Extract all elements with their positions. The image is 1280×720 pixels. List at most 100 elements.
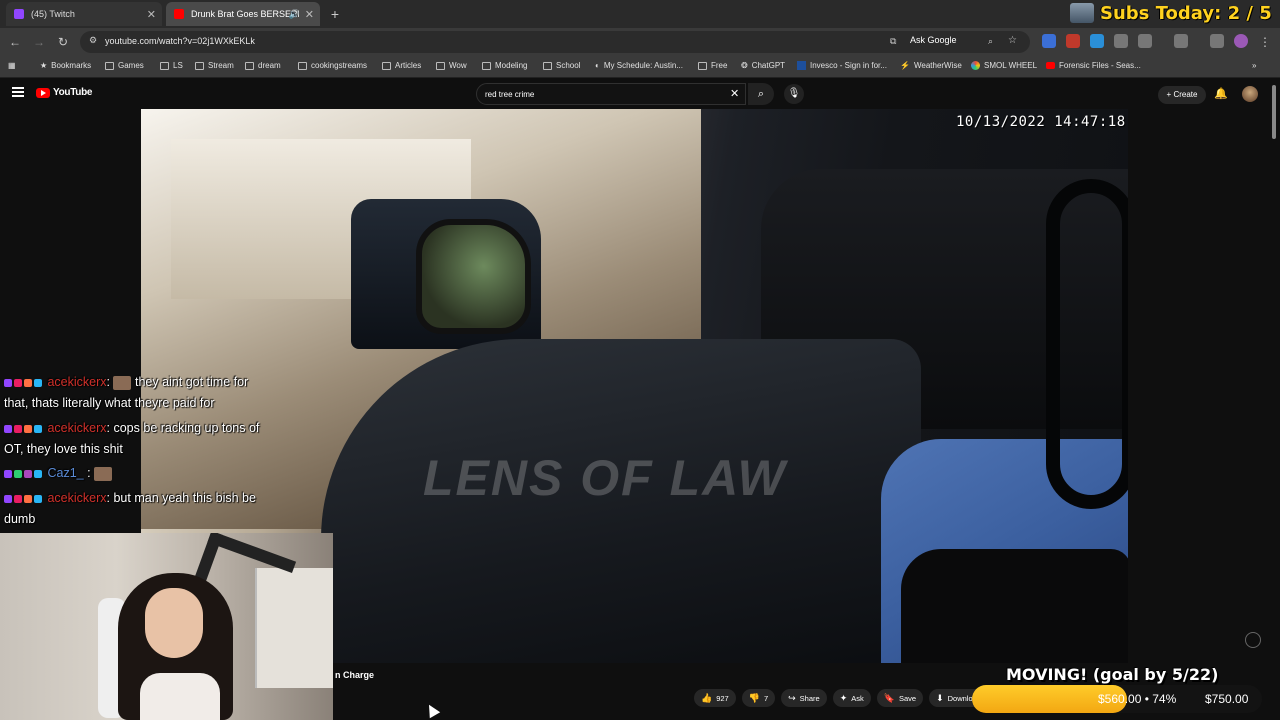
bookmark-star-icon[interactable]: ☆ [1008,35,1017,46]
more-bookmarks-icon[interactable]: » [1252,61,1256,70]
badge-icon [4,494,12,503]
chat-username[interactable]: acekickerx [47,375,106,389]
badge-icon [4,378,12,387]
apps-grid-icon[interactable]: ▦ [8,61,16,70]
reload-button[interactable]: ↻ [54,33,72,51]
downloads-icon[interactable] [1210,34,1224,48]
ask-button[interactable]: ✦ Ask [832,689,871,707]
notifications-bell-icon[interactable]: 🔔 [1214,87,1228,100]
ask-google-button[interactable]: Ask Google [910,35,957,45]
chat-text: but man yeah this bish be [113,491,256,505]
url-text[interactable]: youtube.com/watch?v=02j1WXkEKLk [105,36,255,46]
video-title: n Charge [335,670,375,680]
hamburger-menu-icon[interactable] [12,87,24,97]
subs-today-text: Subs Today: 2 / 5 [1100,2,1272,24]
folder-icon [436,61,445,70]
chat-message-continuation: that, thats literally what theyre paid f… [4,396,215,410]
badge-icon [4,424,12,433]
mouse-cursor-icon [423,701,441,719]
bookmark-articles[interactable]: Articles [382,61,421,70]
chat-message: acekickerx: but man yeah this bish be [4,491,256,506]
page-scrollbar[interactable] [1272,85,1276,139]
search-input[interactable]: red tree crime [476,83,746,105]
webcam-streamer-face [145,588,203,658]
bookmark-dream[interactable]: dream [245,61,281,70]
tab-title: Drunk Brat Goes BERSERK W [191,9,299,19]
chat-text: they aint got time for [134,375,249,389]
chatgpt-icon: ❂ [741,61,748,70]
bookmark-stream[interactable]: Stream [195,61,234,70]
tab-youtube[interactable]: Drunk Brat Goes BERSERK W 🔊 ✕ [166,2,320,26]
profile-avatar-icon[interactable] [1234,34,1248,48]
bookmark-school[interactable]: School [543,61,580,70]
bookmark-my-schedule[interactable]: ◐ My Schedule: Austin... [595,61,683,70]
weather-icon: ⚡ [900,61,910,70]
install-app-icon[interactable]: ⧉ [890,36,896,47]
chat-badges [4,467,44,481]
youtube-play-icon [36,87,50,98]
badge-icon [4,469,12,478]
site-info-icon[interactable]: ⚙ [89,35,97,46]
clear-search-icon[interactable]: ✕ [730,87,739,100]
youtube-logo[interactable]: YouTube [36,87,93,98]
goal-target-amount: $750.00 [1205,692,1249,706]
tab-twitch[interactable]: (45) Twitch ✕ [6,2,162,26]
extension-icon[interactable] [1042,34,1056,48]
bookmark-games[interactable]: Games [105,61,144,70]
twitch-favicon-icon [14,9,24,19]
bookmark-cookingstreams[interactable]: cookingstreams [298,61,367,70]
youtube-header: YouTube red tree crime ✕ ⌕ 🎙 + Create 🔔 [0,79,1280,109]
subscribe-watermark-icon[interactable] [1245,632,1261,648]
channel-watermark: LENS OF LAW [423,450,787,506]
bookmark-free[interactable]: Free [698,61,727,70]
bookmark-wow[interactable]: Wow [436,61,467,70]
chat-username[interactable]: acekickerx [47,421,106,435]
zoom-icon[interactable]: ⌕ [988,36,993,47]
extension-icon[interactable] [1090,34,1104,48]
voice-search-button[interactable]: 🎙 [784,84,804,104]
emote-icon [113,375,132,390]
create-button[interactable]: + Create [1158,86,1206,104]
save-button[interactable]: 🔖 Save [876,689,924,707]
bookmark-ls[interactable]: LS [160,61,183,70]
chat-username[interactable]: Caz1_ [47,466,83,480]
bookmark-forensic-files[interactable]: Forensic Files - Seas... [1046,61,1141,70]
goal-current-amount: $560.00 • 74% [1098,692,1177,706]
video-frame-seat [901,549,1128,663]
menu-kebab-icon[interactable]: ⋮ [1256,33,1274,51]
extensions-puzzle-icon[interactable] [1138,34,1152,48]
sidepanel-icon[interactable] [1174,34,1188,48]
badge-icon [34,469,42,478]
search-query[interactable]: red tree crime [485,90,534,99]
bookmark-modeling[interactable]: Modeling [482,61,527,70]
close-tab-icon[interactable]: ✕ [147,8,156,21]
speaker-icon[interactable]: 🔊 [289,9,300,20]
like-button[interactable]: 👍 927 [694,689,736,707]
chat-username[interactable]: acekickerx [47,491,106,505]
new-tab-button[interactable]: + [326,5,344,23]
search-button[interactable]: ⌕ [748,83,774,105]
bookmark-chatgpt[interactable]: ❂ ChatGPT [741,61,785,70]
folder-icon [382,61,391,70]
invesco-icon [797,61,806,70]
back-button[interactable]: ← [6,33,24,51]
address-bar[interactable]: ⚙ youtube.com/watch?v=02j1WXkEKLk ⧉ Ask … [80,31,1030,53]
forward-button[interactable]: → [30,33,48,51]
close-tab-icon[interactable]: ✕ [305,8,314,21]
dislike-button[interactable]: 👎 7 [741,689,776,707]
badge-icon [14,469,22,478]
bookmark-bookmarks[interactable]: ★ Bookmarks [40,61,91,70]
badge-icon [24,469,32,478]
extension-icon[interactable] [1066,34,1080,48]
car-icon [1070,3,1094,23]
bookmark-invesco[interactable]: Invesco - Sign in for... [797,61,887,70]
bookmark-weatherwise[interactable]: ⚡ WeatherWise [900,61,962,70]
subs-today-overlay: Subs Today: 2 / 5 [1070,0,1280,26]
extension-icon[interactable] [1114,34,1128,48]
badge-icon [24,424,32,433]
avatar[interactable] [1242,86,1258,102]
video-actions: 👍 927 👎 7 ↪ Share ✦ Ask 🔖 Save ⬇ Download [694,689,994,707]
bookmark-smol-wheel[interactable]: SMOL WHEEL [971,61,1037,70]
badge-icon [34,378,42,387]
share-button[interactable]: ↪ Share [781,689,827,707]
